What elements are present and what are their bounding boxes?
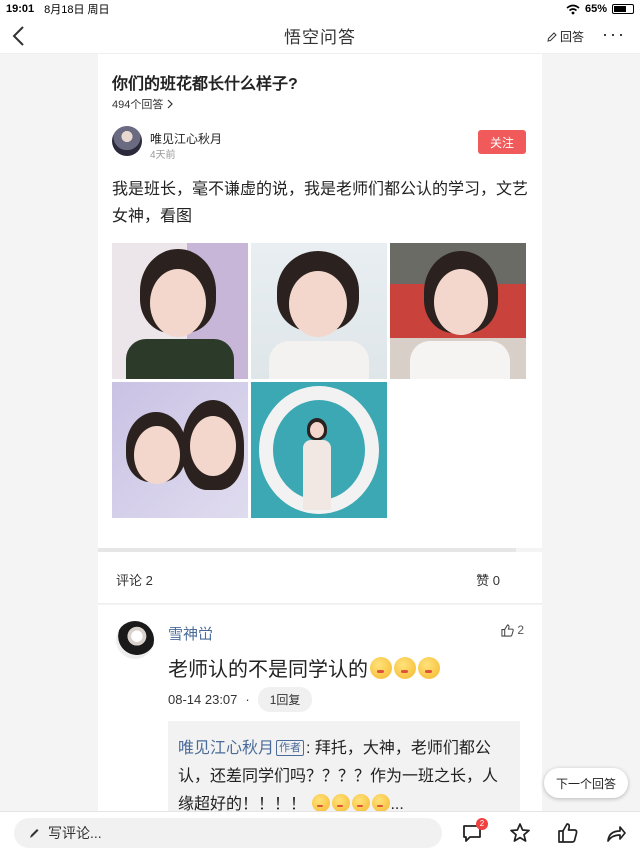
comment-like-count: 2 [517, 623, 524, 637]
status-right: 65% [566, 3, 634, 15]
back-icon[interactable] [8, 24, 32, 48]
author-tag: 作者 [276, 740, 305, 756]
battery-percent: 65% [584, 3, 607, 15]
kiss-emoji-icon [370, 657, 392, 679]
reply-preview[interactable]: 唯见江心秋月 作者: 拜托，大神，老师们都公认，还差同学们吗？？？？作为一班之长，… [168, 721, 520, 821]
follow-button[interactable]: 关注 [478, 130, 526, 154]
author-name[interactable]: 唯见江心秋月 [150, 130, 222, 147]
comment-count[interactable]: 评论 2 [116, 570, 153, 589]
chevron-right-icon [167, 99, 174, 109]
bottom-bar: 写评论... 2 [0, 811, 640, 853]
answer-label: 回答 [559, 30, 584, 44]
wifi-icon [566, 4, 580, 14]
answer-photo[interactable] [251, 382, 387, 518]
answer-photo[interactable] [112, 243, 248, 379]
answer-button[interactable]: 回答 [546, 28, 584, 45]
answer-photo[interactable] [112, 382, 248, 518]
comment-icon[interactable]: 2 [460, 818, 488, 845]
kiss-emoji-icon [394, 657, 416, 679]
battery-icon [612, 4, 634, 14]
kiss-emoji-icon [312, 794, 331, 812]
next-answer-button[interactable]: 下一个回答 [544, 768, 628, 798]
pen-icon [30, 829, 39, 838]
answer-time: 4天前 [150, 150, 176, 161]
comment-like-button[interactable]: 2 [501, 623, 524, 637]
answer-count: 494个回答 [112, 99, 164, 111]
status-date: 8月18日 周日 [44, 4, 110, 16]
write-comment-placeholder: 写评论... [48, 825, 102, 841]
meta-separator: · [245, 692, 250, 707]
answer-text: 我是班长，毫不谦虚的说，我是老师们都公认的学习，文艺女神，看图 [112, 181, 529, 225]
thumbs-up-icon[interactable] [556, 821, 580, 845]
kiss-emoji-icon [418, 657, 440, 679]
comment-text-body: 老师认的不是同学认的 [168, 659, 368, 681]
comment-item: 雪神峃 2 老师认的不是同学认的 08-14 23:07 · 1回复 唯见江心秋… [98, 605, 542, 821]
answer-count-link[interactable]: 494个回答 [112, 96, 174, 112]
more-icon[interactable]: ··· [602, 24, 626, 45]
thumbs-up-icon [501, 623, 515, 637]
answer-photo[interactable] [390, 243, 526, 379]
kiss-emoji-icon [352, 794, 371, 812]
pencil-icon [547, 31, 557, 42]
reply-count-button[interactable]: 1回复 [257, 687, 313, 712]
reply-author-name[interactable]: 唯见江心秋月 [178, 740, 274, 757]
comment-timestamp: 08-14 23:07 [168, 692, 238, 707]
comment-text: 老师认的不是同学认的 [168, 653, 440, 682]
share-icon[interactable] [604, 821, 628, 845]
battery-fill [614, 6, 626, 12]
answer-photo[interactable] [251, 243, 387, 379]
commenter-name[interactable]: 雪神峃 [168, 623, 213, 644]
stats-bar: 评论 2 赞 0 [98, 552, 542, 604]
status-time: 19:01 [6, 3, 35, 15]
app-title: 悟空问答 [284, 28, 356, 47]
kiss-emoji-icon [332, 794, 351, 812]
comment-meta: 08-14 23:07 · 1回复 [168, 687, 313, 712]
author-avatar[interactable] [112, 126, 142, 156]
status-bar: 19:01 8月18日 周日 65% [0, 0, 640, 18]
comment-badge: 2 [476, 818, 488, 830]
commenter-avatar[interactable] [116, 621, 154, 659]
question-title[interactable]: 你们的班花都长什么样子? [112, 70, 298, 94]
like-count[interactable]: 赞 0 [476, 570, 500, 589]
star-icon[interactable] [508, 821, 532, 845]
kiss-emoji-icon [372, 794, 391, 812]
write-comment-input[interactable]: 写评论... [14, 818, 442, 848]
nav-bar: 悟空问答 回答 ··· [0, 18, 640, 54]
answer-card: 你们的班花都长什么样子? 494个回答 唯见江心秋月 4天前 关注 我是班长，毫… [98, 54, 542, 548]
